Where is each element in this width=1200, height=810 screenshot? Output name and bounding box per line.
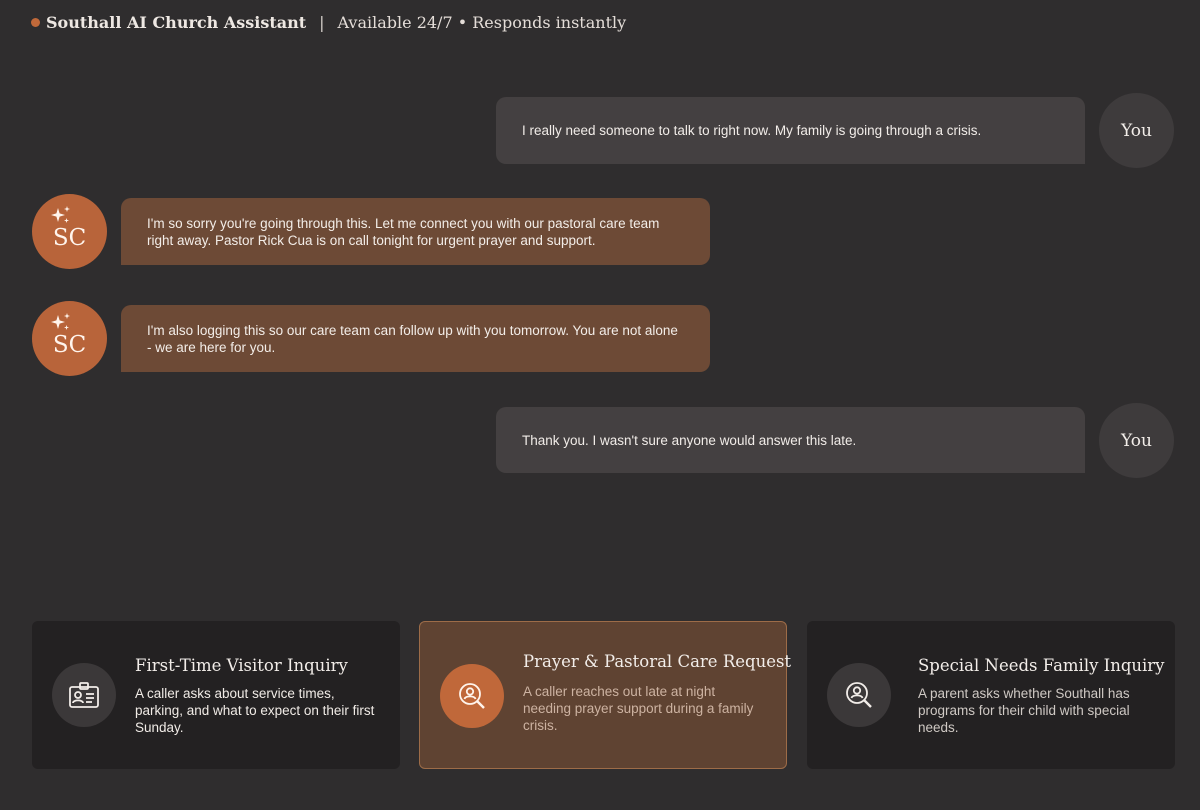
assistant-avatar: SC — [32, 301, 107, 376]
scenario-description: A caller asks about service times, parki… — [135, 686, 375, 735]
person-search-icon — [827, 663, 891, 727]
user-avatar: You — [1099, 93, 1174, 168]
scenario-title: Special Needs Family Inquiry — [918, 656, 1165, 675]
id-card-icon — [52, 663, 116, 727]
scenario-card-first-time-visitor[interactable]: First-Time Visitor Inquiry A caller asks… — [32, 621, 400, 769]
scenario-card-prayer-pastoral-care[interactable]: Prayer & Pastoral Care Request A caller … — [419, 621, 791, 769]
user-message-bubble: Thank you. I wasn't sure anyone would an… — [496, 407, 1085, 473]
avatar-initials: SC — [52, 331, 87, 358]
scenario-title: First-Time Visitor Inquiry — [135, 656, 348, 675]
scenario-description: A caller reaches out late at night needi… — [523, 684, 754, 733]
person-search-icon — [440, 664, 504, 728]
header-separator: | — [319, 12, 325, 32]
status-dot — [31, 17, 40, 27]
header: Southall AI Church Assistant | Available… — [31, 11, 626, 33]
message-text: I'm so sorry you're going through this. … — [147, 215, 660, 248]
avatar-initials: SC — [52, 224, 87, 251]
assistant-title: Southall AI Church Assistant — [46, 12, 307, 32]
user-message-bubble: I really need someone to talk to right n… — [496, 97, 1085, 164]
scenario-card-special-needs-family[interactable]: Special Needs Family Inquiry A parent as… — [807, 621, 1175, 769]
scenario-title: Prayer & Pastoral Care Request — [523, 652, 792, 671]
assistant-avatar: SC — [32, 194, 107, 269]
assistant-message-bubble: I'm also logging this so our care team c… — [121, 305, 710, 372]
availability-subtitle: Available 24/7 • Responds instantly — [337, 12, 627, 32]
avatar-label: You — [1121, 120, 1152, 141]
message-text: I really need someone to talk to right n… — [522, 123, 982, 138]
user-avatar: You — [1099, 403, 1174, 478]
scenario-description: A parent asks whether Southall has progr… — [918, 686, 1130, 735]
avatar-label: You — [1121, 430, 1152, 451]
message-text: I'm also logging this so our care team c… — [147, 322, 678, 355]
assistant-message-bubble: I'm so sorry you're going through this. … — [121, 198, 710, 265]
message-text: Thank you. I wasn't sure anyone would an… — [522, 432, 857, 448]
